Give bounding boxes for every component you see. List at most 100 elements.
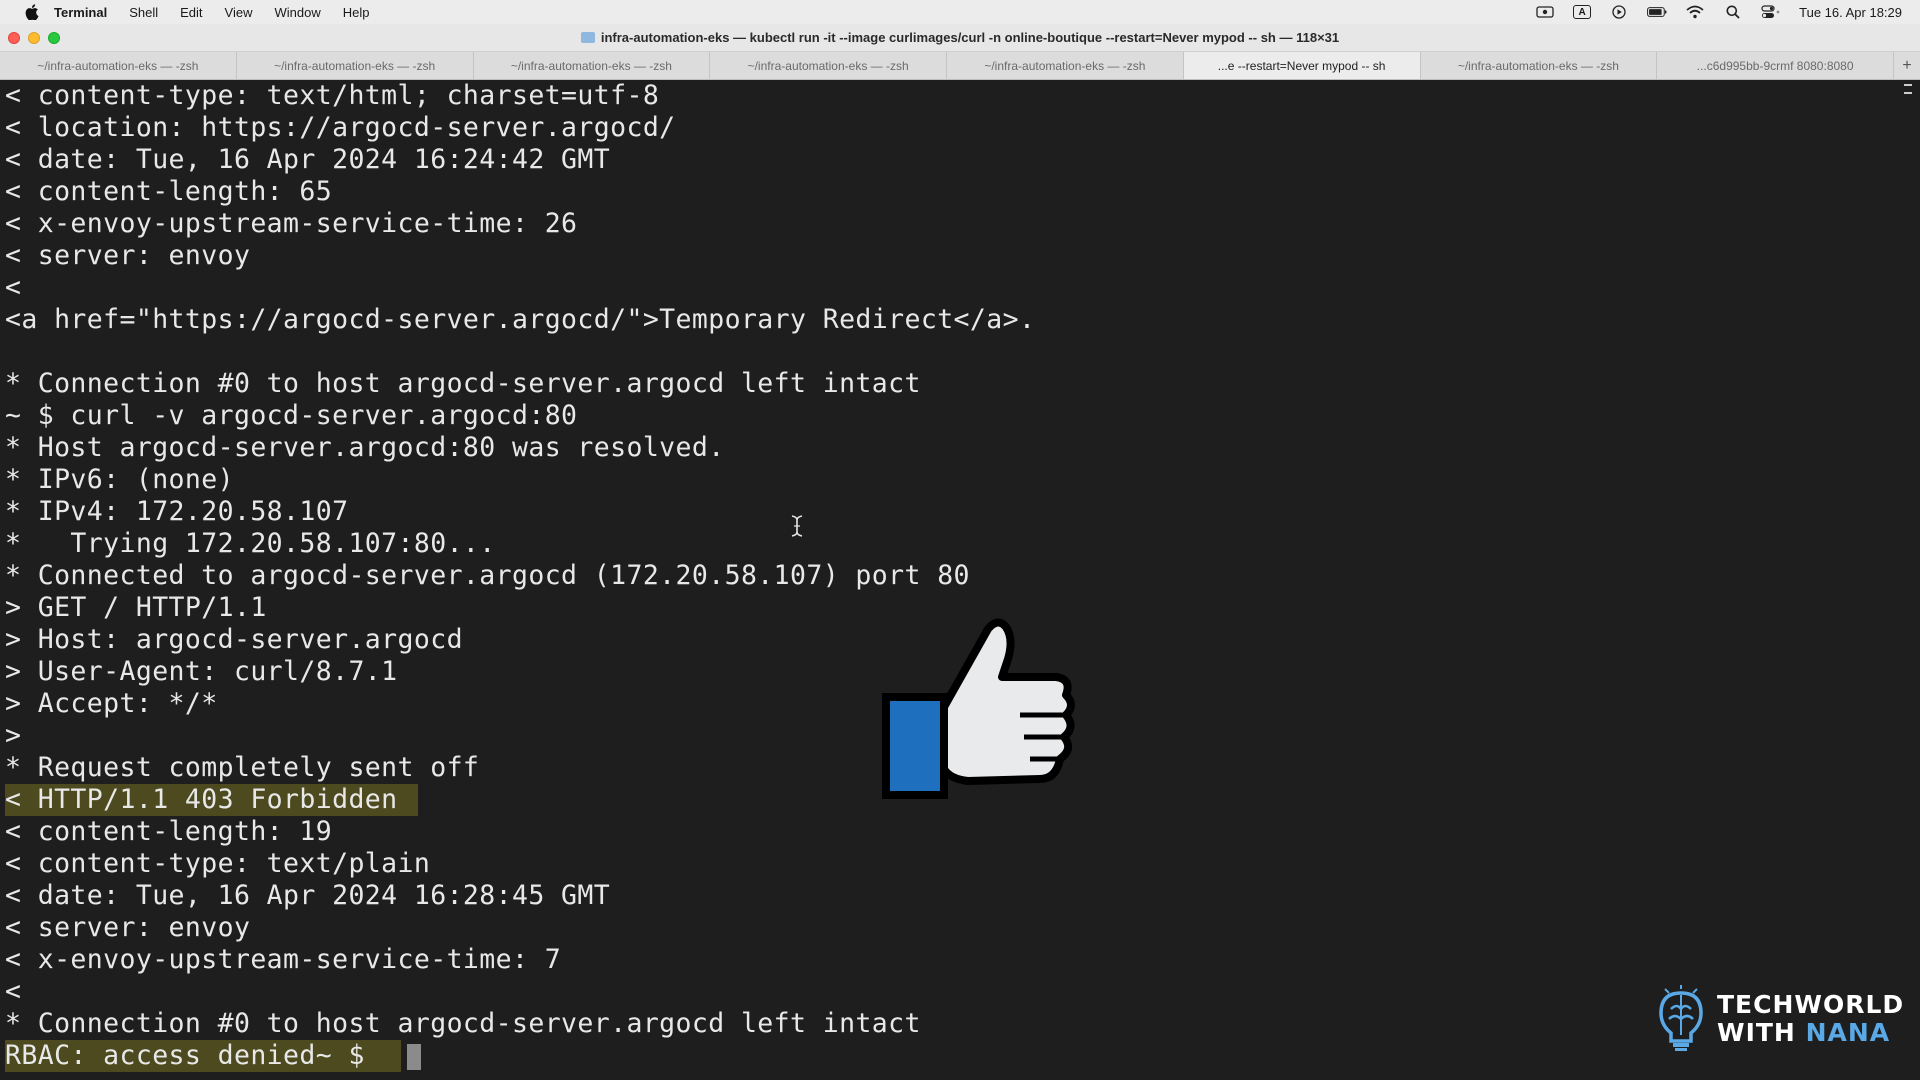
thumbs-up-icon bbox=[880, 615, 1080, 805]
terminal-line: < content-length: 19 bbox=[5, 816, 1900, 848]
battery-icon[interactable] bbox=[1647, 5, 1667, 19]
terminal-line-text: < x-envoy-upstream-service-time: 7 bbox=[5, 944, 562, 975]
play-icon[interactable] bbox=[1609, 5, 1629, 19]
scroll-grip-icon[interactable] bbox=[1904, 84, 1912, 94]
terminal-line-text: < server: envoy bbox=[5, 240, 251, 271]
terminal-line: RBAC: access denied~ $ bbox=[5, 1040, 1900, 1072]
terminal-line: < content-length: 65 bbox=[5, 176, 1900, 208]
search-icon[interactable] bbox=[1723, 5, 1743, 19]
terminal-line: < date: Tue, 16 Apr 2024 16:24:42 GMT bbox=[5, 144, 1900, 176]
terminal-line-highlighted-text: < HTTP/1.1 403 Forbidden bbox=[5, 784, 418, 816]
terminal-line-highlighted-text: RBAC: access denied~ $ bbox=[5, 1040, 402, 1072]
zoom-window-button[interactable] bbox=[48, 32, 60, 44]
new-tab-button[interactable]: + bbox=[1894, 52, 1920, 79]
terminal-line: < date: Tue, 16 Apr 2024 16:28:45 GMT bbox=[5, 880, 1900, 912]
menu-help[interactable]: Help bbox=[343, 5, 370, 20]
terminal-line-text: > Host: argocd-server.argocd bbox=[5, 624, 463, 655]
terminal-line: * Connected to argocd-server.argocd (172… bbox=[5, 560, 1900, 592]
terminal-line-text: > bbox=[5, 720, 22, 751]
menubar-clock[interactable]: Tue 16. Apr 18:29 bbox=[1799, 5, 1902, 20]
terminal-line: < x-envoy-upstream-service-time: 7 bbox=[5, 944, 1900, 976]
tab-bar: ~/infra-automation-eks — -zsh ~/infra-au… bbox=[0, 52, 1920, 80]
close-window-button[interactable] bbox=[8, 32, 20, 44]
screen-record-icon[interactable] bbox=[1535, 5, 1555, 19]
tab-mypod-shell[interactable]: ...e --restart=Never mypod -- sh bbox=[1183, 52, 1421, 79]
wifi-icon[interactable] bbox=[1685, 5, 1705, 19]
terminal-line-text: < content-length: 19 bbox=[5, 816, 333, 847]
terminal-line-text: * Request completely sent off bbox=[5, 752, 480, 783]
terminal-line: * Connection #0 to host argocd-server.ar… bbox=[5, 1008, 1900, 1040]
window-title: infra-automation-eks — kubectl run -it -… bbox=[600, 30, 1340, 45]
tab-zsh-6[interactable]: ~/infra-automation-eks — -zsh bbox=[1421, 52, 1658, 79]
terminal-line-text: * Host argocd-server.argocd:80 was resol… bbox=[5, 432, 725, 463]
input-source-icon[interactable]: A bbox=[1573, 5, 1592, 19]
minimize-window-button[interactable] bbox=[28, 32, 40, 44]
terminal-line-text: * Connection #0 to host argocd-server.ar… bbox=[5, 1008, 921, 1039]
terminal-line: * Trying 172.20.58.107:80... bbox=[5, 528, 1900, 560]
terminal-scrollbar[interactable] bbox=[1902, 80, 1914, 1078]
terminal-line: * Host argocd-server.argocd:80 was resol… bbox=[5, 432, 1900, 464]
terminal-line-text: < server: envoy bbox=[5, 912, 251, 943]
menu-bar: Terminal Shell Edit View Window Help A T… bbox=[0, 0, 1920, 24]
watermark-nana: NANA bbox=[1805, 1018, 1891, 1047]
terminal-line-text: * Connected to argocd-server.argocd (172… bbox=[5, 560, 970, 591]
terminal-line-text: < date: Tue, 16 Apr 2024 16:24:42 GMT bbox=[5, 144, 611, 175]
watermark-logo: TECHWORLD WITH NANA bbox=[1655, 985, 1904, 1053]
terminal-line-text: < x-envoy-upstream-service-time: 26 bbox=[5, 208, 578, 239]
terminal-line: * IPv4: 172.20.58.107 bbox=[5, 496, 1900, 528]
traffic-lights bbox=[8, 32, 60, 44]
tab-zsh-2[interactable]: ~/infra-automation-eks — -zsh bbox=[237, 52, 474, 79]
apple-icon[interactable] bbox=[24, 4, 40, 20]
menu-view[interactable]: View bbox=[225, 5, 253, 20]
menu-shell[interactable]: Shell bbox=[129, 5, 158, 20]
tab-zsh-4[interactable]: ~/infra-automation-eks — -zsh bbox=[710, 52, 947, 79]
tab-zsh-3[interactable]: ~/infra-automation-eks — -zsh bbox=[474, 52, 711, 79]
terminal-line: < bbox=[5, 976, 1900, 1008]
terminal-line-text: < content-type: text/plain bbox=[5, 848, 431, 879]
text-cursor-icon bbox=[790, 515, 804, 537]
terminal-line-text: < bbox=[5, 272, 22, 303]
terminal-line: < server: envoy bbox=[5, 240, 1900, 272]
terminal-line-text: <a href="https://argocd-server.argocd/">… bbox=[5, 304, 1036, 335]
folder-icon bbox=[580, 32, 595, 43]
terminal-line-text: < bbox=[5, 976, 22, 1007]
lightbulb-brain-icon bbox=[1659, 985, 1703, 1051]
terminal-line-text: ~ $ curl -v argocd-server.argocd:80 bbox=[5, 400, 578, 431]
tab-zsh-1[interactable]: ~/infra-automation-eks — -zsh bbox=[0, 52, 237, 79]
terminal-line-text: < content-type: text/html; charset=utf-8 bbox=[5, 80, 660, 111]
terminal-line-text: * Connection #0 to host argocd-server.ar… bbox=[5, 368, 921, 399]
terminal-line-text: > Accept: */* bbox=[5, 688, 218, 719]
terminal-line: < server: envoy bbox=[5, 912, 1900, 944]
window-title-bar: infra-automation-eks — kubectl run -it -… bbox=[0, 24, 1920, 52]
terminal-line-text: * IPv6: (none) bbox=[5, 464, 234, 495]
watermark-line1: TECHWORLD bbox=[1717, 990, 1905, 1019]
terminal-line-text: < location: https://argocd-server.argocd… bbox=[5, 112, 676, 143]
terminal-cursor bbox=[407, 1043, 422, 1070]
terminal-line-text: * Trying 172.20.58.107:80... bbox=[5, 528, 496, 559]
menu-app-name[interactable]: Terminal bbox=[54, 5, 107, 20]
terminal-line: < content-type: text/plain bbox=[5, 848, 1900, 880]
input-source-label: A bbox=[1578, 6, 1586, 18]
watermark-line2: WITH NANA bbox=[1717, 1019, 1904, 1047]
control-center-icon[interactable] bbox=[1761, 5, 1781, 19]
menu-edit[interactable]: Edit bbox=[180, 5, 202, 20]
menu-window[interactable]: Window bbox=[275, 5, 321, 20]
watermark-with: WITH bbox=[1717, 1018, 1806, 1047]
terminal-line: * IPv6: (none) bbox=[5, 464, 1900, 496]
terminal-line: < bbox=[5, 272, 1900, 304]
tab-port-forward[interactable]: ...c6d995bb-9crmf 8080:8080 bbox=[1657, 52, 1894, 79]
terminal-line-text: < date: Tue, 16 Apr 2024 16:28:45 GMT bbox=[5, 880, 611, 911]
terminal-line: ~ $ curl -v argocd-server.argocd:80 bbox=[5, 400, 1900, 432]
terminal-line: < content-type: text/html; charset=utf-8 bbox=[5, 80, 1900, 112]
terminal-line: < location: https://argocd-server.argocd… bbox=[5, 112, 1900, 144]
terminal-line-text: > GET / HTTP/1.1 bbox=[5, 592, 267, 623]
terminal-line: < x-envoy-upstream-service-time: 26 bbox=[5, 208, 1900, 240]
terminal-line-text: < content-length: 65 bbox=[5, 176, 333, 207]
terminal-line: <a href="https://argocd-server.argocd/">… bbox=[5, 304, 1900, 336]
tab-zsh-5[interactable]: ~/infra-automation-eks — -zsh bbox=[947, 52, 1184, 79]
terminal-line: * Connection #0 to host argocd-server.ar… bbox=[5, 368, 1900, 400]
terminal-line-text: * IPv4: 172.20.58.107 bbox=[5, 496, 349, 527]
terminal-output[interactable]: < content-type: text/html; charset=utf-8… bbox=[0, 80, 1900, 1078]
terminal-line-text: > User-Agent: curl/8.7.1 bbox=[5, 656, 398, 687]
